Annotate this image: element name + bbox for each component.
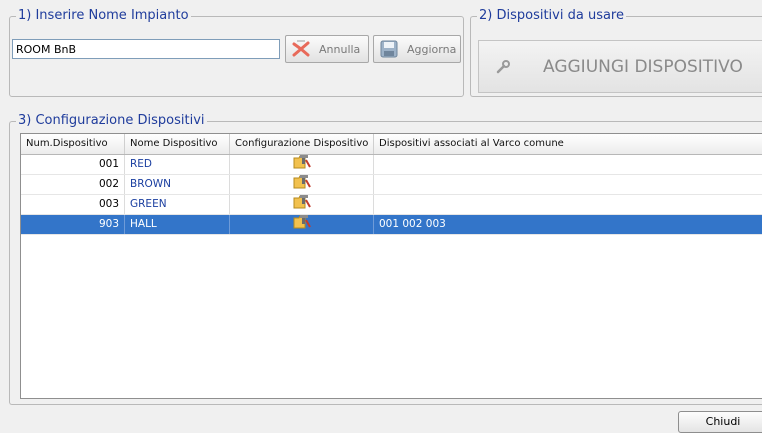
cell-nome: RED	[125, 155, 230, 174]
cell-nome: GREEN	[125, 195, 230, 214]
folder-tools-icon[interactable]	[293, 194, 311, 216]
cell-associati	[374, 155, 762, 174]
table-row[interactable]: 003 GREEN	[21, 194, 762, 216]
aggiungi-dispositivo-button[interactable]: AGGIUNGI DISPOSITIVO	[478, 40, 762, 93]
group-legend-dispositivi: 2) Dispositivi da usare	[477, 8, 626, 24]
devices-table[interactable]: Num.Dispositivo Nome Dispositivo Configu…	[20, 133, 762, 399]
aggiungi-dispositivo-label: AGGIUNGI DISPOSITIVO	[543, 56, 743, 77]
cell-associati: 001 002 003	[379, 218, 446, 230]
plant-name-input[interactable]	[12, 39, 280, 59]
folder-tools-icon[interactable]	[293, 174, 311, 196]
wrench-icon	[495, 59, 511, 75]
aggiorna-button[interactable]: Aggiorna	[373, 35, 461, 63]
group-legend-configurazione: 3) Configurazione Dispositivi	[16, 113, 207, 129]
configure-device-cell[interactable]	[230, 214, 374, 236]
configure-device-cell[interactable]	[230, 174, 374, 196]
chiudi-button[interactable]: Chiudi	[678, 411, 762, 433]
table-row-selected[interactable]: 903 HALL 001 002 003	[21, 214, 762, 236]
configure-device-cell[interactable]	[230, 194, 374, 216]
cancel-icon	[291, 39, 311, 59]
folder-tools-icon[interactable]	[293, 154, 311, 176]
annulla-button[interactable]: Annulla	[285, 35, 369, 63]
cell-num: 001	[21, 155, 125, 174]
save-icon	[379, 39, 399, 59]
cell-associati	[374, 175, 762, 194]
table-header: Num.Dispositivo Nome Dispositivo Configu…	[21, 134, 762, 155]
cell-num: 003	[21, 195, 125, 214]
annulla-button-label: Annulla	[319, 42, 361, 56]
column-header-nome[interactable]: Nome Dispositivo	[125, 134, 230, 154]
aggiorna-button-label: Aggiorna	[407, 42, 457, 56]
cell-num: 903	[21, 215, 125, 234]
column-header-num[interactable]: Num.Dispositivo	[21, 134, 125, 154]
cell-nome: HALL	[125, 215, 230, 234]
group-legend-nome-impianto: 1) Inserire Nome Impianto	[16, 8, 191, 24]
cell-num: 002	[21, 175, 125, 194]
folder-tools-icon[interactable]	[293, 214, 311, 236]
cell-associati	[374, 195, 762, 214]
table-row[interactable]: 001 RED	[21, 154, 762, 176]
table-row[interactable]: 002 BROWN	[21, 174, 762, 196]
configure-device-cell[interactable]	[230, 154, 374, 176]
column-header-configurazione[interactable]: Configurazione Dispositivo	[230, 134, 374, 154]
column-header-associati[interactable]: Dispositivi associati al Varco comune	[374, 134, 762, 154]
cell-nome: BROWN	[125, 175, 230, 194]
